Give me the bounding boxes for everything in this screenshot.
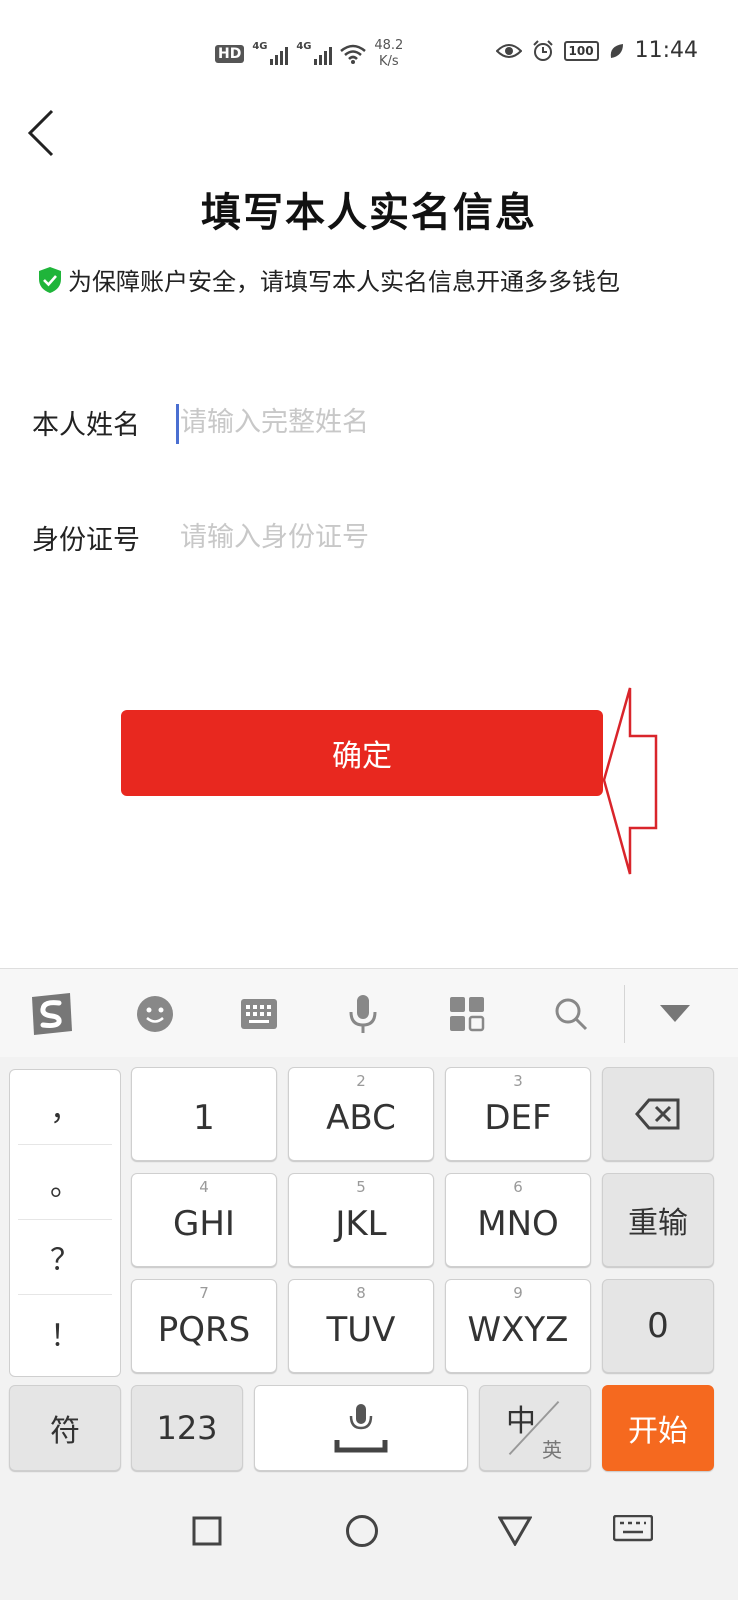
key-1[interactable]: 1 bbox=[131, 1067, 277, 1161]
key-tuv-label: TUV bbox=[326, 1310, 396, 1350]
name-row: 本人姓名 bbox=[32, 392, 712, 452]
alarm-icon bbox=[532, 39, 553, 61]
key-ghi[interactable]: 4 GHI bbox=[131, 1173, 277, 1267]
id-number-input[interactable] bbox=[176, 521, 712, 553]
id-row: 身份证号 bbox=[32, 507, 712, 567]
leaf-icon bbox=[610, 43, 623, 58]
status-bar: HD 4G 4G 48.2 K/s 100 11:44 bbox=[0, 0, 738, 100]
speed-unit: K/s bbox=[378, 54, 399, 69]
key-abc[interactable]: 2 ABC bbox=[288, 1067, 434, 1161]
numbers-key[interactable]: 123 bbox=[131, 1385, 243, 1471]
wifi-icon bbox=[340, 44, 367, 64]
recent-apps-button[interactable] bbox=[182, 1506, 232, 1556]
emoji-icon[interactable] bbox=[130, 989, 180, 1039]
start-key[interactable]: 开始 bbox=[602, 1385, 714, 1471]
key-jkl-number: 5 bbox=[356, 1178, 366, 1196]
name-label: 本人姓名 bbox=[32, 409, 140, 441]
punct-exclaim-key[interactable]: ！ bbox=[18, 1295, 112, 1370]
key-def[interactable]: 3 DEF bbox=[445, 1067, 591, 1161]
text-caret bbox=[176, 404, 179, 444]
keyboard-icon[interactable] bbox=[234, 989, 284, 1039]
punct-comma-key[interactable]: ， bbox=[18, 1070, 112, 1145]
signal-1-icon: 4G bbox=[252, 41, 289, 65]
punct-question-key[interactable]: ？ bbox=[18, 1220, 112, 1295]
key-pqrs-number: 7 bbox=[199, 1284, 209, 1302]
key-pqrs-label: PQRS bbox=[157, 1310, 251, 1350]
key-wxyz-label: WXYZ bbox=[467, 1310, 569, 1350]
key-wxyz[interactable]: 9 WXYZ bbox=[445, 1279, 591, 1373]
status-left: HD 4G 4G 48.2 K/s bbox=[215, 38, 403, 70]
navigation-bar bbox=[0, 1478, 738, 1600]
key-tuv[interactable]: 8 TUV bbox=[288, 1279, 434, 1373]
microphone-icon[interactable] bbox=[338, 989, 388, 1039]
space-mic-icon bbox=[334, 1404, 388, 1453]
home-button[interactable] bbox=[337, 1506, 387, 1556]
security-notice: 为保障账户安全，请填写本人实名信息开通多多钱包 bbox=[38, 262, 620, 297]
key-ghi-number: 4 bbox=[199, 1178, 209, 1196]
key-abc-label: ABC bbox=[326, 1098, 396, 1138]
sogou-logo-icon[interactable] bbox=[26, 989, 76, 1039]
keyboard-small-icon bbox=[613, 1515, 653, 1542]
circle-icon bbox=[346, 1515, 378, 1547]
key-ghi-label: GHI bbox=[173, 1204, 235, 1244]
lang-alt-label: 英 bbox=[542, 1438, 562, 1462]
backspace-icon bbox=[635, 1098, 680, 1130]
punctuation-list: ， 。 ？ ！ bbox=[9, 1069, 121, 1377]
lang-main-label: 中 bbox=[506, 1404, 536, 1439]
toolbar-divider bbox=[624, 985, 625, 1043]
back-button[interactable] bbox=[26, 108, 66, 158]
square-icon bbox=[192, 1516, 222, 1546]
name-field-wrap bbox=[176, 392, 712, 452]
reinput-key[interactable]: 重输 bbox=[602, 1173, 714, 1267]
signal-2-icon: 4G bbox=[296, 41, 333, 65]
back-nav-button[interactable] bbox=[490, 1506, 540, 1556]
network-type-2: 4G bbox=[296, 41, 312, 52]
id-label: 身份证号 bbox=[32, 524, 140, 556]
network-speed: 48.2 K/s bbox=[374, 38, 403, 70]
page-title: 填写本人实名信息 bbox=[201, 190, 537, 236]
keyboard-toolbar bbox=[0, 969, 738, 1057]
key-abc-number: 2 bbox=[356, 1072, 366, 1090]
apps-grid-icon[interactable] bbox=[442, 989, 492, 1039]
clock: 11:44 bbox=[634, 38, 698, 63]
triangle-icon bbox=[498, 1516, 532, 1546]
network-type-1: 4G bbox=[252, 41, 268, 52]
hd-badge: HD bbox=[215, 45, 245, 63]
symbols-key[interactable]: 符 bbox=[9, 1385, 121, 1471]
key-def-number: 3 bbox=[513, 1072, 523, 1090]
status-right: 100 11:44 bbox=[495, 38, 698, 63]
keyboard-hide-button[interactable] bbox=[608, 1506, 658, 1556]
collapse-icon[interactable] bbox=[650, 989, 700, 1039]
key-mno-label: MNO bbox=[477, 1204, 559, 1244]
key-pqrs[interactable]: 7 PQRS bbox=[131, 1279, 277, 1373]
confirm-button[interactable]: 确定 bbox=[121, 710, 603, 796]
key-def-label: DEF bbox=[484, 1098, 552, 1138]
speed-value: 48.2 bbox=[374, 38, 404, 53]
battery-indicator: 100 bbox=[563, 40, 599, 61]
name-input[interactable] bbox=[176, 406, 712, 438]
eye-icon bbox=[495, 43, 522, 58]
key-mno-number: 6 bbox=[513, 1178, 523, 1196]
annotation-arrow-icon bbox=[602, 687, 658, 875]
key-1-label: 1 bbox=[193, 1098, 215, 1138]
shield-check-icon bbox=[39, 266, 61, 293]
key-jkl-label: JKL bbox=[335, 1204, 387, 1244]
punct-period-key[interactable]: 。 bbox=[18, 1145, 112, 1220]
key-tuv-number: 8 bbox=[356, 1284, 366, 1302]
space-key[interactable] bbox=[254, 1385, 468, 1471]
key-mno[interactable]: 6 MNO bbox=[445, 1173, 591, 1267]
backspace-key[interactable] bbox=[602, 1067, 714, 1161]
language-switch-key[interactable]: 中 英 bbox=[479, 1385, 591, 1471]
key-jkl[interactable]: 5 JKL bbox=[288, 1173, 434, 1267]
search-icon[interactable] bbox=[546, 989, 596, 1039]
key-wxyz-number: 9 bbox=[513, 1284, 523, 1302]
chevron-left-icon bbox=[27, 109, 54, 157]
id-field-wrap bbox=[176, 507, 712, 567]
key-0[interactable]: 0 bbox=[602, 1279, 714, 1373]
notice-text: 为保障账户安全，请填写本人实名信息开通多多钱包 bbox=[68, 268, 620, 296]
